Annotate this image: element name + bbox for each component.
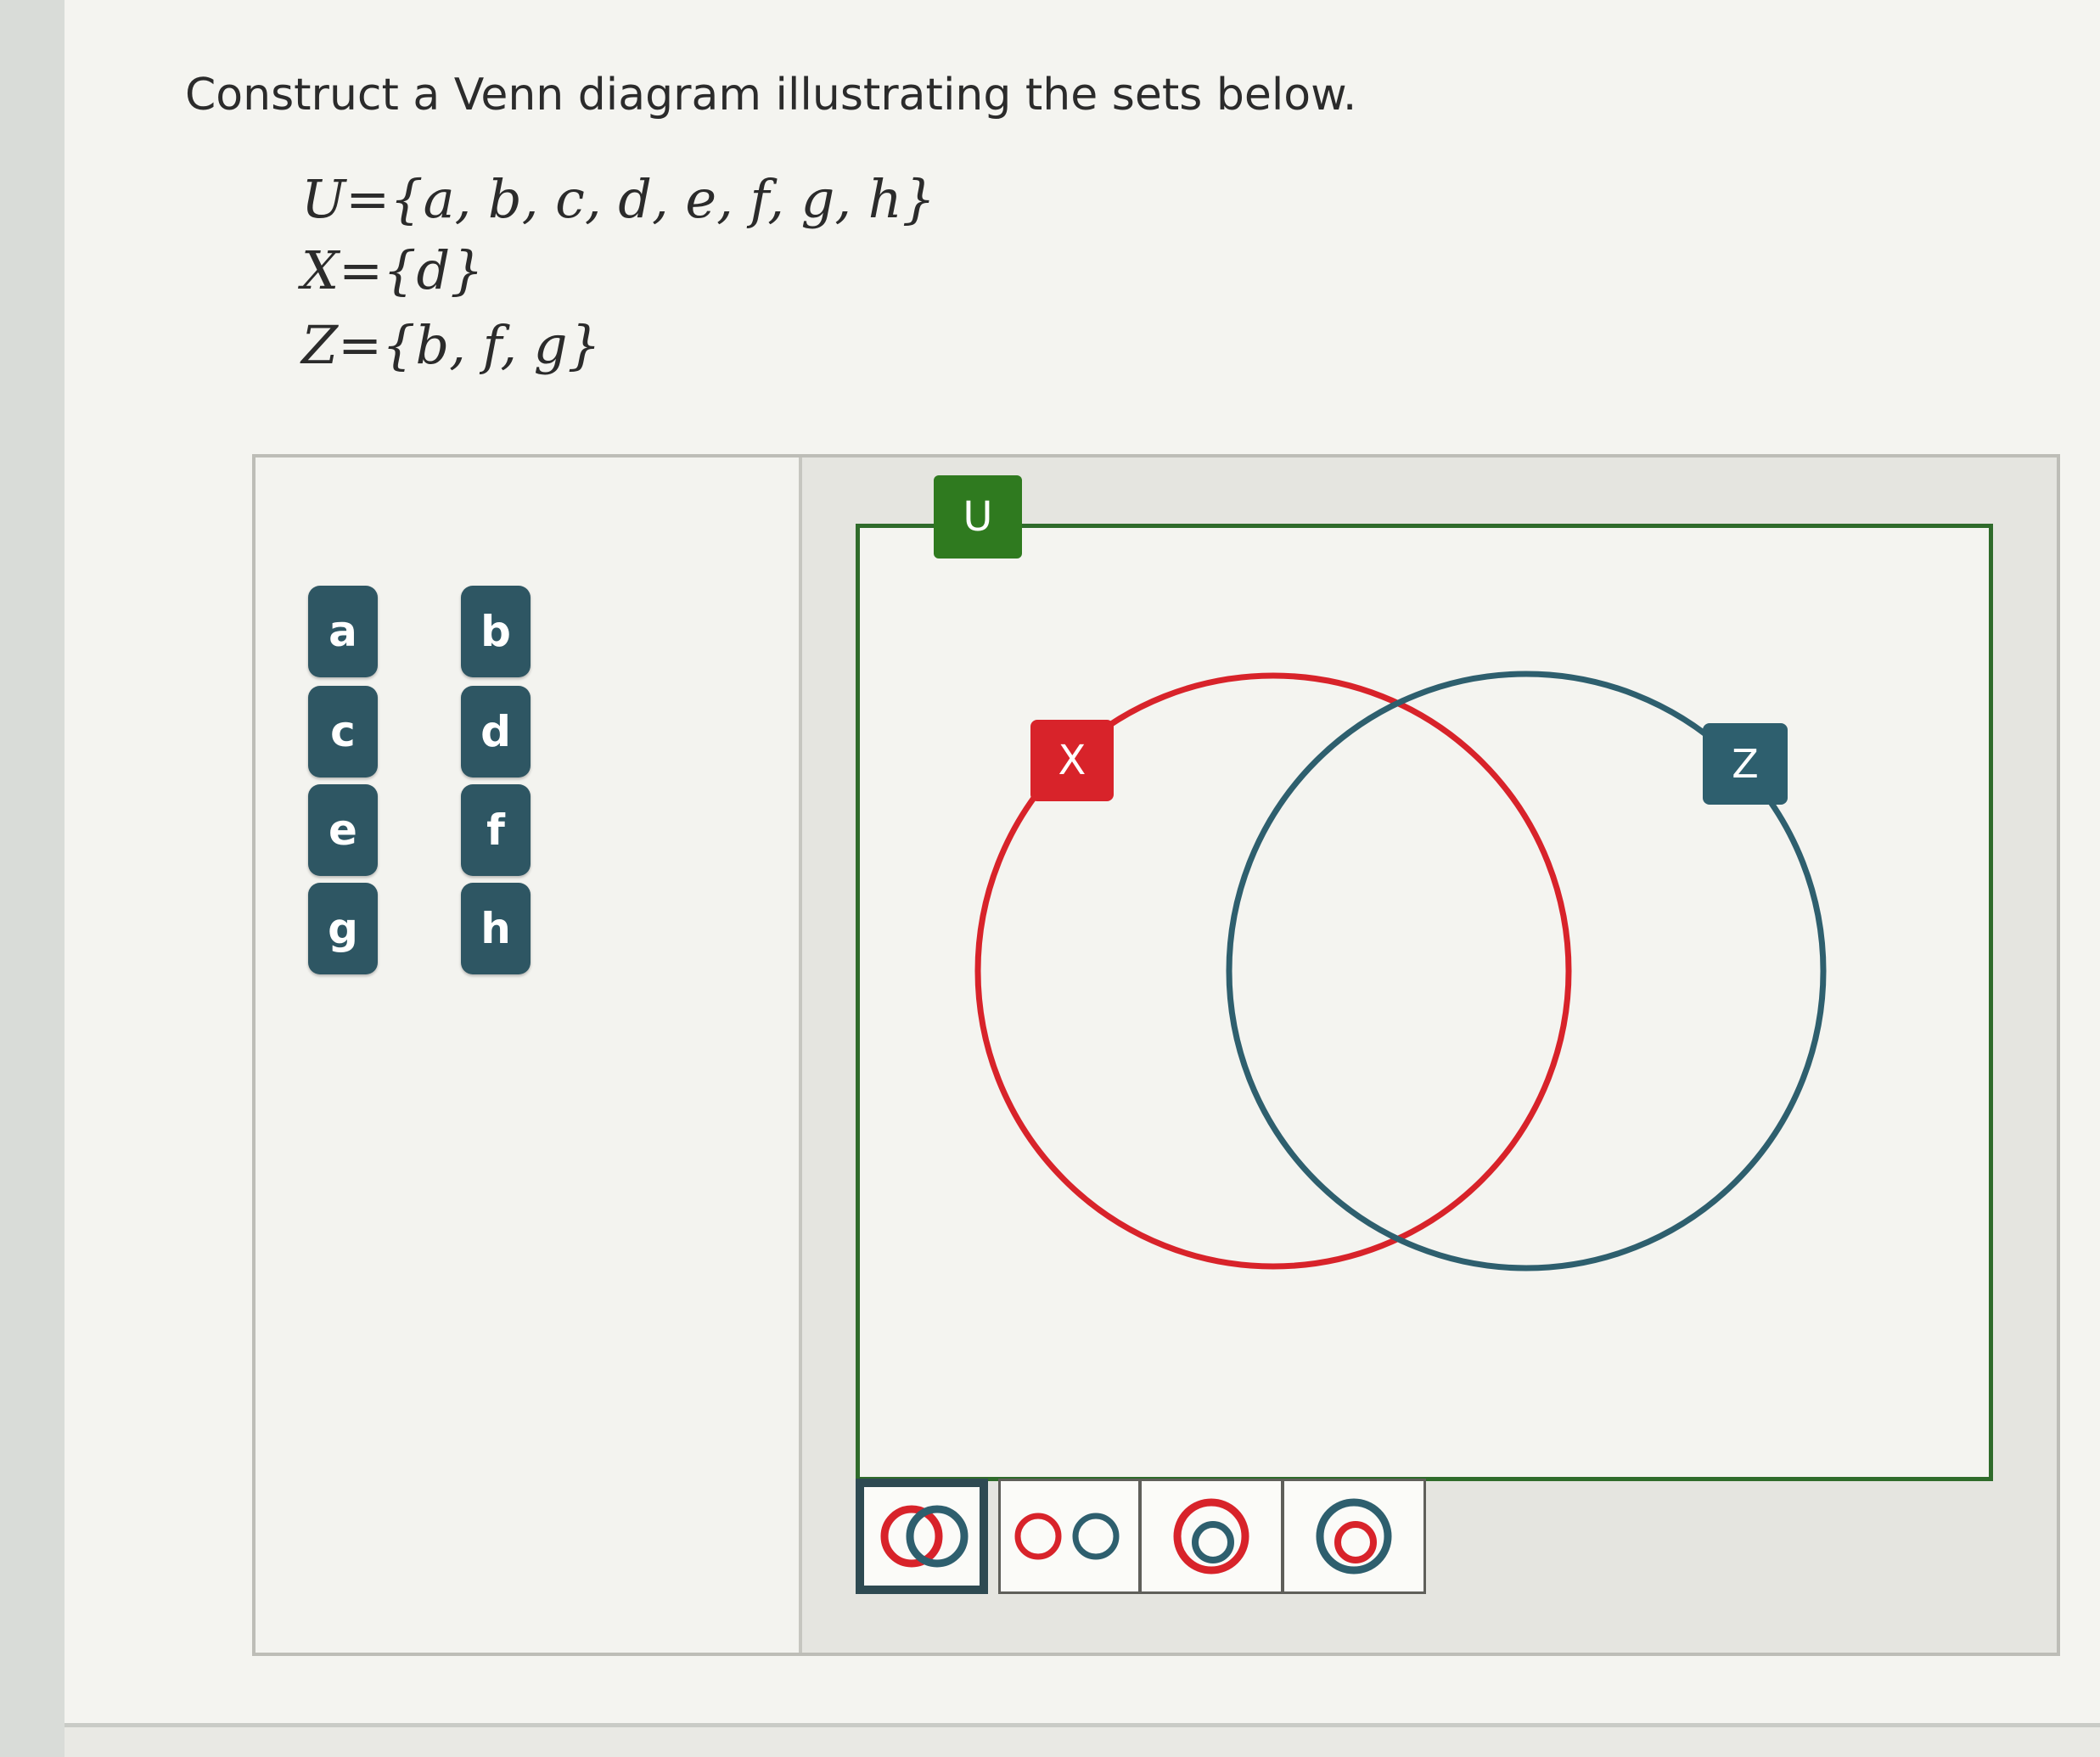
overlapping-circles-icon <box>880 1505 969 1568</box>
tool-z-inside-x[interactable] <box>1139 1479 1283 1594</box>
circle-x-label[interactable]: X <box>1030 720 1114 801</box>
circle-z-label[interactable]: Z <box>1703 723 1788 805</box>
tool-overlapping-circles[interactable] <box>856 1479 988 1594</box>
universe-label[interactable]: U <box>934 475 1022 559</box>
x-inside-z-icon <box>1316 1498 1392 1575</box>
separate-circles-icon <box>1014 1513 1120 1560</box>
z-inside-x-icon <box>1173 1498 1249 1575</box>
tool-separate-circles[interactable] <box>998 1479 1141 1594</box>
tool-x-inside-z[interactable] <box>1282 1479 1426 1594</box>
